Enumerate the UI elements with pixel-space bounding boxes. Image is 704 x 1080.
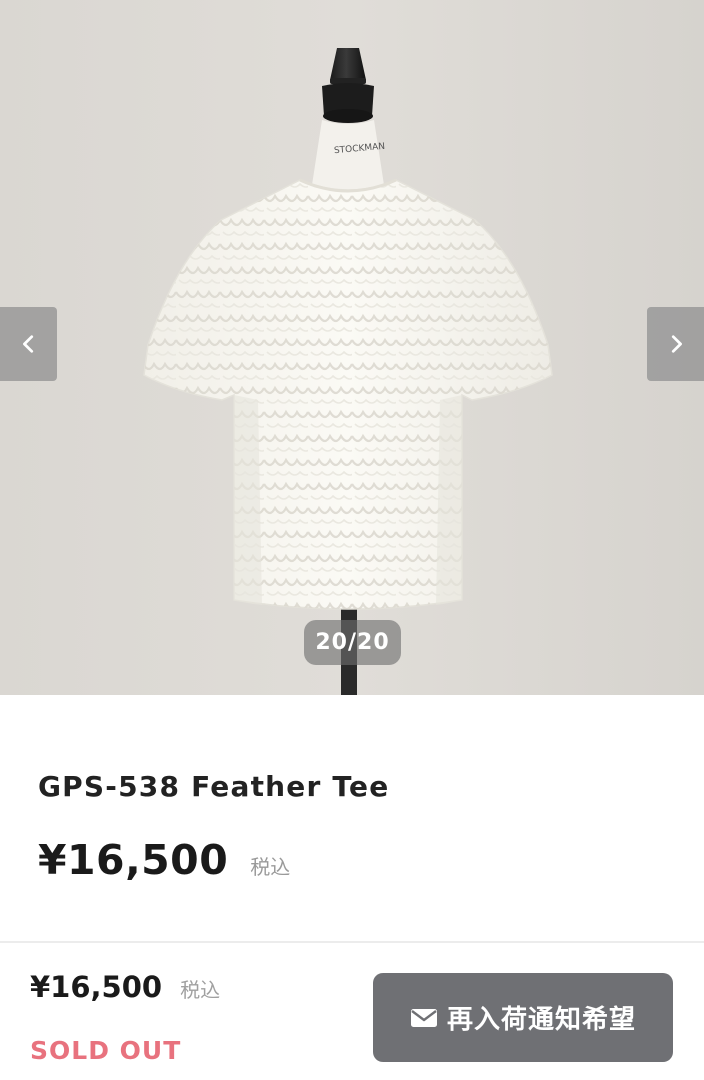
product-price: ¥16,500	[38, 836, 229, 884]
prev-image-button[interactable]	[0, 307, 57, 381]
bottom-tax-label: 税込	[180, 978, 221, 1002]
product-image-gallery[interactable]: STOCKMAN 20/20	[0, 0, 704, 695]
restock-notify-button[interactable]: 再入荷通知希望	[373, 973, 673, 1062]
mail-icon	[410, 1008, 437, 1027]
product-photo: STOCKMAN	[0, 0, 704, 695]
chevron-right-icon	[671, 335, 682, 353]
chevron-left-icon	[22, 335, 33, 353]
product-title: GPS-538 Feather Tee	[38, 770, 390, 803]
tax-included-label: 税込	[250, 855, 291, 879]
bottom-price-row: ¥16,500 税込	[30, 970, 220, 1004]
sold-out-status: SOLD OUT	[30, 1036, 182, 1065]
slide-counter: 20/20	[304, 620, 401, 665]
restock-notify-label: 再入荷通知希望	[446, 1005, 636, 1035]
price-row: ¥16,500 税込	[38, 836, 290, 884]
divider	[0, 941, 704, 943]
next-image-button[interactable]	[647, 307, 704, 381]
bottom-price: ¥16,500	[30, 970, 163, 1004]
